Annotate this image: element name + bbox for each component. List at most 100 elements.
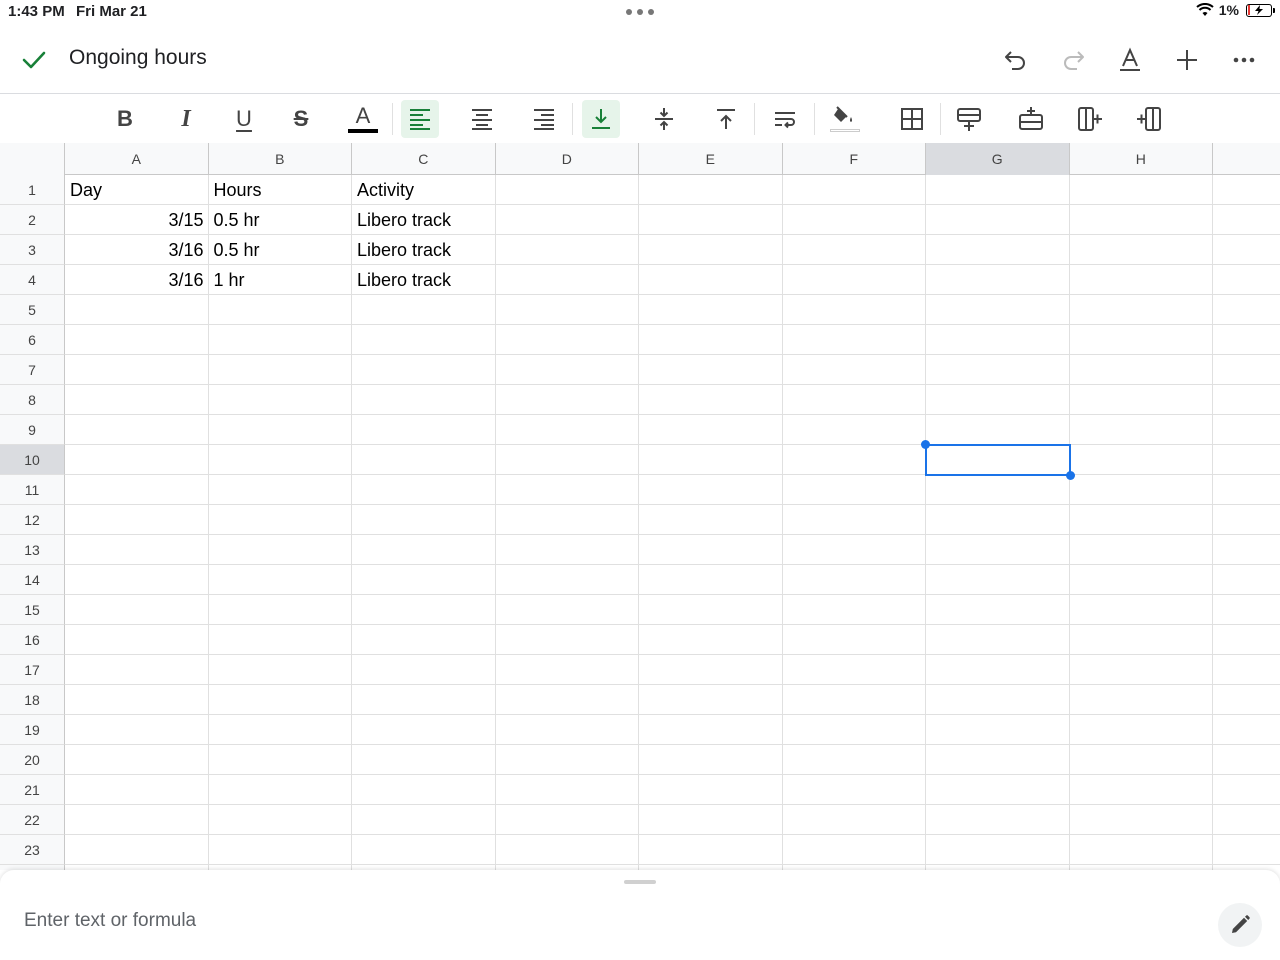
row-header-6[interactable]: 6	[0, 325, 65, 355]
row-gridline	[65, 564, 1280, 565]
insert-column-right-button[interactable]	[1130, 100, 1168, 138]
selection-handle-top-left[interactable]	[921, 440, 930, 449]
row-header-7[interactable]: 7	[0, 355, 65, 385]
text-color-button[interactable]: A	[344, 100, 382, 138]
cell-c3[interactable]: Libero track	[352, 235, 496, 265]
toolbar-divider	[940, 103, 941, 135]
row-header-17[interactable]: 17	[0, 655, 65, 685]
bold-icon: B	[117, 106, 133, 131]
column-header-c[interactable]: C	[352, 143, 496, 175]
toolbar-divider	[572, 103, 573, 135]
status-time: 1:43 PM	[8, 3, 65, 20]
cell-b2[interactable]: 0.5 hr	[209, 205, 353, 235]
battery-percent: 1%	[1218, 2, 1239, 18]
panel-grabber[interactable]	[624, 880, 656, 884]
align-center-button[interactable]	[463, 100, 501, 138]
cell-a4[interactable]: 3/16	[65, 265, 209, 295]
fill-color-icon	[834, 106, 852, 122]
cell-c4[interactable]: Libero track	[352, 265, 496, 295]
cell-b4[interactable]: 1 hr	[209, 265, 353, 295]
row-header-14[interactable]: 14	[0, 565, 65, 595]
more-options-button[interactable]	[1226, 42, 1262, 78]
row-gridline	[65, 834, 1280, 835]
text-format-button[interactable]	[1112, 42, 1148, 78]
app-bar: Ongoing hours	[0, 28, 1280, 94]
spreadsheet-grid[interactable]: A B C D E F G H 1 2 3 4 5 6 7 8 9 10 11 12 13 14 15 16 17 18 19 20 2…	[0, 143, 1280, 870]
row-header-2[interactable]: 2	[0, 205, 65, 235]
row-header-15[interactable]: 15	[0, 595, 65, 625]
underline-button[interactable]: U	[225, 100, 263, 138]
cell-b3[interactable]: 0.5 hr	[209, 235, 353, 265]
column-header-f[interactable]: F	[783, 143, 926, 175]
row-gridline	[65, 624, 1280, 625]
redo-button[interactable]	[1055, 42, 1091, 78]
row-header-4[interactable]: 4	[0, 265, 65, 295]
row-header-1[interactable]: 1	[0, 175, 65, 205]
vertical-align-middle-button[interactable]	[645, 100, 683, 138]
vertical-align-middle-icon	[655, 108, 673, 130]
row-header-18[interactable]: 18	[0, 685, 65, 715]
row-header-13[interactable]: 13	[0, 535, 65, 565]
row-header-19[interactable]: 19	[0, 715, 65, 745]
row-gridline	[65, 714, 1280, 715]
column-gridline	[781, 175, 783, 870]
insert-row-below-icon	[1019, 107, 1043, 130]
selected-cell-outline[interactable]	[925, 444, 1071, 476]
vertical-align-bottom-icon	[592, 109, 610, 129]
align-right-icon	[534, 109, 554, 130]
insert-row-below-button[interactable]	[1012, 100, 1050, 138]
select-all-corner[interactable]	[0, 143, 65, 175]
cell-a3[interactable]: 3/16	[65, 235, 209, 265]
row-header-12[interactable]: 12	[0, 505, 65, 535]
cell-c1[interactable]: Activity	[352, 175, 496, 205]
vertical-align-top-button[interactable]	[707, 100, 745, 138]
insert-row-above-icon	[957, 108, 981, 131]
insert-button[interactable]	[1169, 42, 1205, 78]
align-left-button[interactable]	[401, 100, 439, 138]
insert-column-left-button[interactable]	[1071, 100, 1109, 138]
multitasking-dots-icon[interactable]	[626, 9, 654, 15]
toolbar-divider	[754, 103, 755, 135]
edit-button[interactable]	[1218, 903, 1262, 947]
row-header-23[interactable]: 23	[0, 835, 65, 865]
add-icon	[1177, 50, 1197, 70]
column-header-h[interactable]: H	[1070, 143, 1213, 175]
column-header-e[interactable]: E	[639, 143, 783, 175]
formula-input[interactable]	[24, 910, 1174, 932]
fill-color-button[interactable]	[826, 100, 864, 138]
column-header-a[interactable]: A	[65, 143, 209, 175]
strikethrough-button[interactable]: S	[282, 100, 320, 138]
column-header-d[interactable]: D	[496, 143, 639, 175]
row-header-11[interactable]: 11	[0, 475, 65, 505]
row-header-20[interactable]: 20	[0, 745, 65, 775]
selection-handle-bottom-right[interactable]	[1065, 471, 1075, 480]
cell-a2[interactable]: 3/15	[65, 205, 209, 235]
borders-button[interactable]	[893, 100, 931, 138]
row-gridline	[65, 684, 1280, 685]
redo-icon	[1064, 51, 1084, 70]
cell-c2[interactable]: Libero track	[352, 205, 496, 235]
row-gridline	[65, 504, 1280, 505]
row-header-22[interactable]: 22	[0, 805, 65, 835]
column-header-g[interactable]: G	[926, 143, 1070, 175]
document-title[interactable]: Ongoing hours	[69, 46, 207, 70]
wrap-text-button[interactable]	[767, 100, 805, 138]
row-header-9[interactable]: 9	[0, 415, 65, 445]
check-icon[interactable]	[20, 46, 48, 74]
undo-button[interactable]	[998, 42, 1034, 78]
row-header-3[interactable]: 3	[0, 235, 65, 265]
cell-b1[interactable]: Hours	[209, 175, 353, 205]
status-indicators: 1%	[1196, 2, 1275, 18]
row-header-10[interactable]: 10	[0, 445, 65, 475]
vertical-align-bottom-button[interactable]	[582, 100, 620, 138]
row-header-21[interactable]: 21	[0, 775, 65, 805]
align-right-button[interactable]	[525, 100, 563, 138]
row-header-8[interactable]: 8	[0, 385, 65, 415]
bold-button[interactable]: B	[106, 100, 144, 138]
column-header-b[interactable]: B	[209, 143, 352, 175]
insert-row-above-button[interactable]	[950, 100, 988, 138]
cell-a1[interactable]: Day	[65, 175, 209, 205]
italic-button[interactable]: I	[167, 100, 205, 138]
row-header-16[interactable]: 16	[0, 625, 65, 655]
row-header-5[interactable]: 5	[0, 295, 65, 325]
